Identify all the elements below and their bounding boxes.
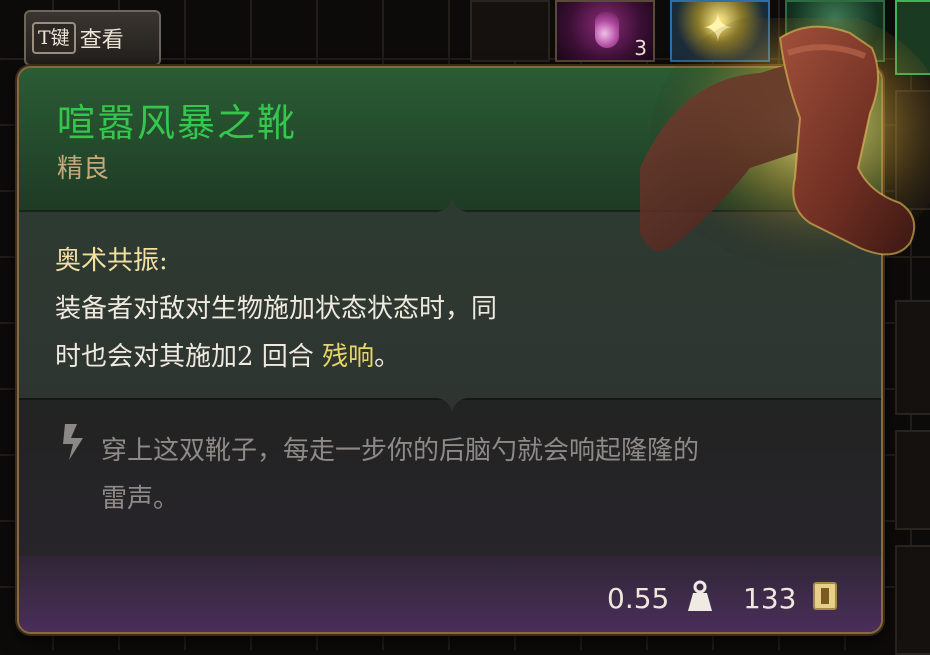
inspect-hint-button[interactable]: T键 查看 (24, 10, 161, 66)
effect-description-line: 装备者对敌对生物施加状态状态时，同 (55, 294, 498, 324)
gold-icon (813, 582, 837, 610)
inventory-slot[interactable] (895, 430, 930, 530)
inventory-slot[interactable] (895, 300, 930, 415)
weight-icon (688, 580, 712, 611)
item-weight: 0.55 (607, 582, 670, 615)
flavor-quote-icon (63, 424, 83, 460)
flavor-text-line: 穿上这双靴子，每走一步你的后脑勺就会响起隆隆的 (101, 436, 700, 466)
inventory-slot[interactable] (470, 0, 550, 62)
condition-link-resonance[interactable]: 残响 (322, 342, 374, 372)
item-value: 133 (743, 582, 797, 615)
inspect-label: 查看 (79, 28, 124, 53)
inventory-slot[interactable] (895, 545, 930, 655)
effect-description-line: 时也会对其施加2 回合 残响。 (55, 336, 400, 373)
tooltip-flavor-section (19, 398, 881, 556)
divider-notch-icon (437, 398, 467, 412)
item-rarity: 精良 (57, 154, 110, 184)
effect-text: 时也会对其施加2 回合 (55, 342, 323, 372)
divider-notch-icon (437, 198, 467, 212)
item-name: 喧嚣风暴之靴 (57, 101, 298, 145)
effect-title: 奥术共振: (55, 246, 168, 276)
hotkey-badge: T键 (32, 22, 76, 54)
boots-item-icon (640, 18, 930, 268)
effect-text: 。 (374, 342, 401, 372)
flavor-text-line: 雷声。 (101, 484, 180, 514)
